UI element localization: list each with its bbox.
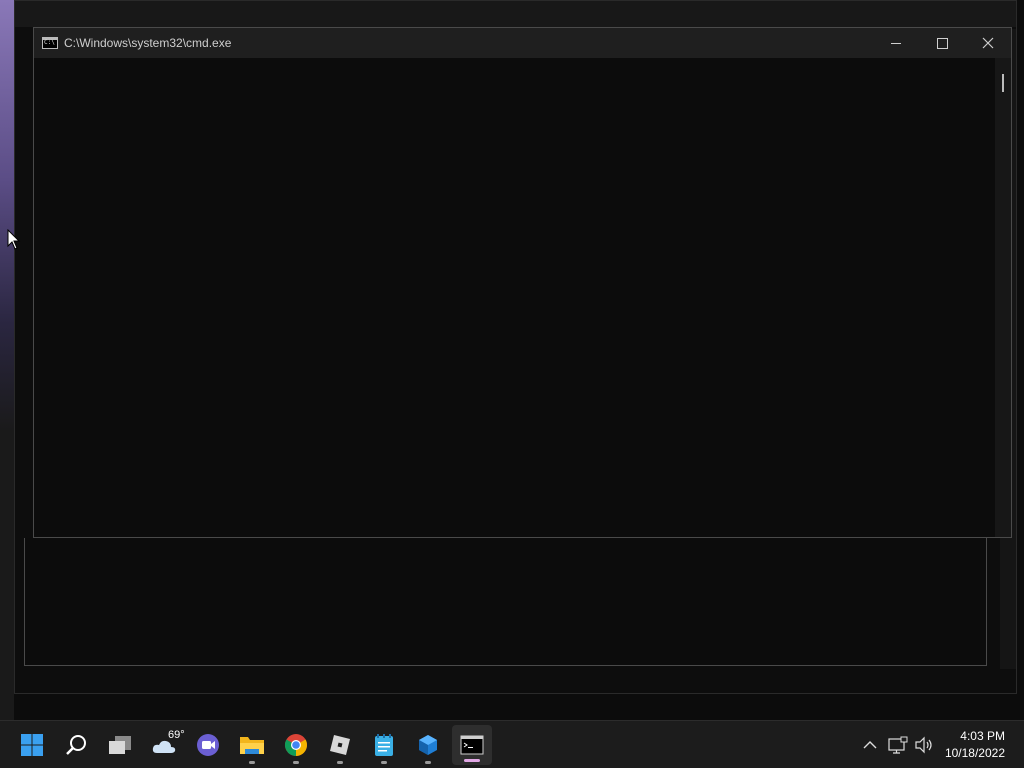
minimize-button[interactable] [873,28,919,58]
clock-time: 4:03 PM [960,729,1005,743]
running-indicator [381,761,387,764]
widgets-button[interactable]: 69° [144,721,185,768]
console-output-area[interactable] [34,58,995,537]
active-window-indicator [464,759,480,762]
search-button[interactable] [56,721,96,768]
maximize-button[interactable] [919,28,965,58]
windows-logo-icon [21,733,43,756]
roblox-button[interactable] [320,721,360,768]
volume-button[interactable] [912,721,936,768]
teams-chat-icon [197,733,219,756]
file-explorer-button[interactable] [232,721,272,768]
mouse-pointer-icon [7,229,21,250]
taskbar: 69° 4:03 PM 10/18/2022 [0,720,1024,768]
maximize-icon [936,37,948,49]
weather-temperature: 69° [168,729,185,741]
running-indicator [425,761,431,764]
chrome-icon [285,733,307,756]
notepad-icon [375,733,393,756]
cube-app-icon [419,734,437,755]
running-indicator [249,761,255,764]
roblox-icon [330,734,350,755]
network-icon [888,736,908,754]
start-button[interactable] [12,721,52,768]
cmd-button[interactable] [452,725,492,765]
folder-icon [240,736,264,754]
terminal-icon [460,735,484,755]
search-icon [66,734,86,755]
desktop: C:\Windows\system32\cmd.exe [0,0,1024,720]
cmd-titlebar[interactable]: C:\Windows\system32\cmd.exe [34,28,1011,58]
minimize-icon [891,42,901,44]
background-window-titlebar[interactable] [15,1,1016,27]
show-hidden-icons-button[interactable] [858,721,882,768]
speaker-icon [915,736,932,753]
notepad-button[interactable] [364,721,404,768]
cmd-app-icon [42,37,58,49]
chevron-up-icon [863,740,877,748]
chrome-button[interactable] [276,721,316,768]
task-view-button[interactable] [100,721,140,768]
window-title: C:\Windows\system32\cmd.exe [64,36,232,50]
close-button[interactable] [965,28,1011,58]
clock[interactable]: 4:03 PM 10/18/2022 [945,728,1005,762]
desktop-wallpaper-strip [0,0,14,720]
clock-date: 10/18/2022 [944,746,1005,760]
background-window-body [24,538,987,666]
close-icon [982,37,994,49]
console-scrollbar-thumb[interactable] [1002,74,1004,92]
cmd-window[interactable]: C:\Windows\system32\cmd.exe [33,27,1012,538]
app-cube-button[interactable] [408,721,448,768]
running-indicator [293,761,299,764]
console-scrollbar[interactable] [995,58,1011,537]
chat-button[interactable] [188,721,228,768]
network-button[interactable] [886,721,910,768]
task-view-icon [109,735,131,754]
running-indicator [337,761,343,764]
